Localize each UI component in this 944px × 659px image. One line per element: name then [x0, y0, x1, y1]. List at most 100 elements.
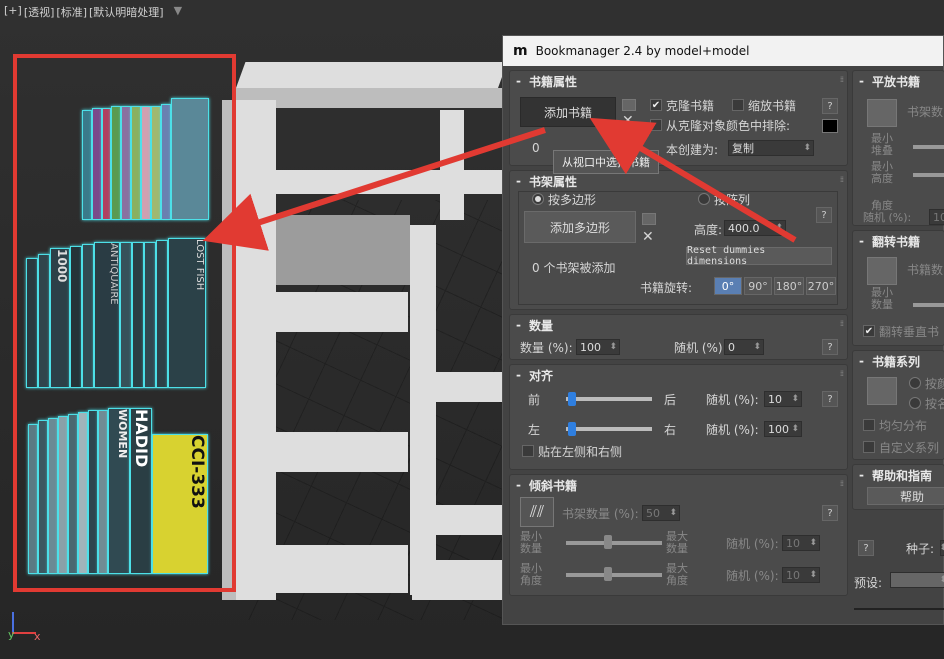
clear-icon[interactable]: ✕	[642, 229, 654, 245]
collapse-icon[interactable]: -	[859, 74, 864, 88]
by-name-radio[interactable]	[909, 397, 921, 409]
book[interactable]	[132, 242, 144, 388]
tilt-random-spinner-1[interactable]: 10	[782, 535, 820, 551]
book[interactable]	[151, 106, 161, 220]
clone-books-checkbox[interactable]: ✔	[650, 99, 662, 111]
flip-slider[interactable]	[913, 303, 944, 307]
collapse-icon[interactable]: -	[516, 318, 521, 332]
bookmanager-window[interactable]: m Bookmanager 2.4 by model+model - 书籍属性 ⁞…	[502, 35, 944, 625]
count-random-spinner[interactable]: 0	[724, 339, 764, 355]
viewport-menu-perspective[interactable]: [透视]	[24, 4, 55, 20]
book[interactable]	[144, 242, 156, 388]
viewport-menu-plus[interactable]: [+]	[4, 4, 22, 20]
book-spine-1000[interactable]: 1000	[50, 248, 70, 388]
even-distribution-checkbox[interactable]	[863, 419, 875, 431]
collapse-icon[interactable]: -	[859, 468, 864, 482]
front-back-slider[interactable]	[566, 397, 652, 401]
book[interactable]	[102, 108, 111, 220]
viewport-menu-standard[interactable]: [标准]	[56, 4, 87, 20]
clear-icon[interactable]: ✕	[622, 113, 634, 129]
window-titlebar[interactable]: m Bookmanager 2.4 by model+model	[503, 36, 943, 66]
rotation-0-button[interactable]: 0°	[714, 277, 742, 295]
section-header[interactable]: - 书籍系列	[853, 351, 944, 371]
book-spine-hadid[interactable]: HADID	[130, 408, 152, 574]
help-button[interactable]: ?	[822, 339, 838, 355]
rotation-90-button[interactable]: 90°	[744, 277, 772, 295]
flat-random-spinner[interactable]: 10	[929, 209, 944, 225]
collapse-icon[interactable]: -	[859, 354, 864, 368]
drag-handle-icon[interactable]: ⁞⁞	[840, 75, 844, 84]
book[interactable]	[171, 98, 209, 220]
section-header[interactable]: - 倾斜书籍	[510, 475, 847, 495]
help-button[interactable]: ?	[822, 98, 838, 114]
book-row-2[interactable]: 1000 ANTIQUAIRE LOST FISH	[26, 236, 210, 388]
book[interactable]	[70, 246, 82, 388]
book-spine-women[interactable]: WOMEN	[108, 408, 130, 574]
section-header[interactable]: - 平放书籍	[853, 71, 944, 91]
tilt-random-spinner-2[interactable]: 10	[782, 567, 820, 583]
book[interactable]	[26, 258, 38, 388]
book[interactable]	[111, 106, 121, 220]
rotation-180-button[interactable]: 180°	[774, 277, 804, 295]
rotation-270-button[interactable]: 270°	[806, 277, 836, 295]
align-random-spinner-1[interactable]: 10	[764, 391, 802, 407]
book[interactable]	[82, 110, 92, 220]
filter-icon[interactable]: ▼	[174, 4, 182, 20]
section-header[interactable]: - 书籍属性	[510, 71, 847, 91]
by-polygon-radio[interactable]	[532, 193, 544, 205]
book[interactable]	[38, 420, 48, 574]
collapse-icon[interactable]: -	[859, 234, 864, 248]
tilt-angle-knob[interactable]	[604, 567, 612, 581]
drag-handle-icon[interactable]: ⁞⁞	[840, 479, 844, 488]
book[interactable]	[88, 410, 98, 574]
exclude-color-checkbox[interactable]	[650, 119, 662, 131]
book[interactable]	[78, 412, 88, 574]
collapse-icon[interactable]: -	[516, 174, 521, 188]
book[interactable]	[68, 414, 78, 574]
polygon-list-icon[interactable]	[642, 213, 656, 225]
by-color-radio[interactable]	[909, 377, 921, 389]
book[interactable]	[131, 106, 141, 220]
stack-slider[interactable]	[913, 145, 944, 149]
viewport-label-bar[interactable]: [+] [透视] [标准] [默认明暗处理] ▼	[4, 4, 182, 20]
book-row-1[interactable]	[82, 86, 212, 220]
section-header[interactable]: - 翻转书籍	[853, 231, 944, 251]
help-button[interactable]: ?	[822, 391, 838, 407]
height-slider[interactable]	[913, 173, 944, 177]
seed-spinner[interactable]	[939, 540, 944, 556]
scale-books-checkbox[interactable]	[732, 99, 744, 111]
drag-handle-icon[interactable]: ⁞⁞	[840, 369, 844, 378]
section-header[interactable]: - 对齐	[510, 365, 847, 385]
book[interactable]	[121, 106, 131, 220]
book-spine-cci-333[interactable]: CCI-333	[152, 434, 208, 574]
tilt-angle-slider[interactable]	[566, 573, 662, 577]
reset-dummies-button[interactable]: Reset dummies dimensions	[686, 245, 832, 267]
color-swatch[interactable]	[822, 119, 838, 133]
book-list-icon[interactable]	[622, 99, 636, 111]
tilt-count-knob[interactable]	[604, 535, 612, 549]
add-book-button[interactable]: 添加书籍	[520, 97, 616, 127]
preset-dropdown[interactable]	[890, 572, 944, 588]
book[interactable]	[92, 108, 102, 220]
book[interactable]	[28, 424, 38, 574]
book-row-3[interactable]: WOMEN HADID CCI-333	[28, 404, 212, 574]
stick-sides-checkbox[interactable]	[522, 445, 534, 457]
drag-handle-icon[interactable]: ⁞⁞	[840, 319, 844, 328]
left-right-knob[interactable]	[568, 422, 576, 436]
book[interactable]	[141, 106, 151, 220]
add-polygon-button[interactable]: 添加多边形	[524, 211, 636, 243]
collapse-icon[interactable]: -	[516, 368, 521, 382]
height-spinner[interactable]: 400.0	[724, 220, 786, 236]
drag-handle-icon[interactable]: ⁞⁞	[840, 175, 844, 184]
book[interactable]	[98, 410, 108, 574]
collapse-icon[interactable]: -	[516, 478, 521, 492]
by-array-radio[interactable]	[698, 193, 710, 205]
help-button[interactable]: ?	[822, 505, 838, 521]
custom-series-checkbox[interactable]	[863, 441, 875, 453]
flip-vertical-checkbox[interactable]: ✔	[863, 325, 875, 337]
left-right-slider[interactable]	[566, 427, 652, 431]
book[interactable]	[58, 416, 68, 574]
front-back-knob[interactable]	[568, 392, 576, 406]
align-random-spinner-2[interactable]: 100	[764, 421, 802, 437]
seed-help-button[interactable]: ?	[858, 540, 874, 556]
